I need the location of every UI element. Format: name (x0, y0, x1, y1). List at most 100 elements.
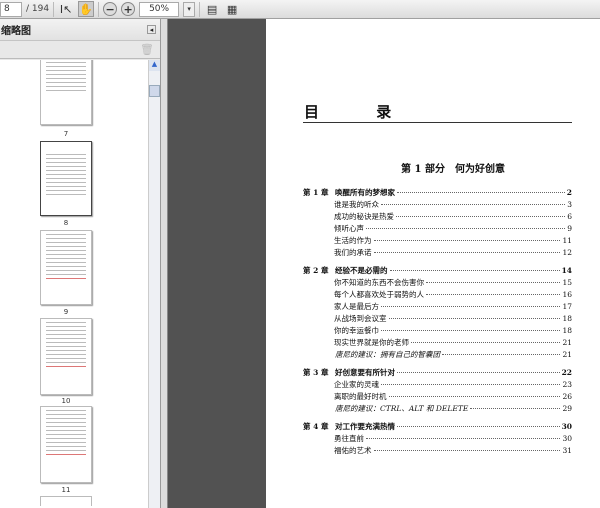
toc-page-number: 30 (562, 434, 572, 443)
leader-dots (373, 450, 561, 451)
table-of-contents: 第 1 章唤醒所有的梦想家 2 谁是我的听众 3 成功的秘诀是热爱 6 倾听心声 9 生活的作为… (303, 181, 572, 457)
toc-section-row[interactable]: 倾听心声 9 (303, 223, 572, 235)
toc-section-row[interactable]: 福佑的艺术 31 (303, 445, 572, 457)
thumbnail-page-10[interactable] (40, 318, 92, 395)
fit-width-icon[interactable]: ▦ (224, 1, 240, 17)
toc-page-number: 22 (561, 368, 572, 377)
divider (199, 1, 201, 17)
leader-dots (411, 342, 561, 343)
toc-entry-title: 经验不是必需的 (335, 266, 388, 275)
trash-icon[interactable]: 🗑 (140, 43, 154, 56)
toc-entry-title: 每个人都喜欢处于弱势的人 (334, 290, 424, 299)
select-tool-icon[interactable]: I↖ (58, 1, 74, 17)
toc-entry-title: 唤醒所有的梦想家 (335, 188, 395, 197)
thumbnail-page-9[interactable] (40, 230, 92, 305)
toc-section-row[interactable]: 现实世界就是你的老师 21 (303, 337, 572, 349)
thumbnail-page-8[interactable] (40, 141, 92, 216)
thumbnail-label: 8 (63, 219, 69, 227)
page-number-input[interactable]: 8 (0, 1, 22, 17)
leader-dots (397, 426, 560, 427)
toc-section-row[interactable]: 你的幸运餐巾 18 (303, 325, 572, 337)
toc-page-number: 12 (562, 248, 572, 257)
leader-dots (381, 306, 561, 307)
toc-page-number: 29 (562, 404, 572, 413)
toc-entry-title: 你的幸运餐巾 (334, 326, 379, 335)
chapter-number: 第 2 章 (303, 266, 329, 275)
leader-dots (426, 294, 561, 295)
toc-section-row[interactable]: 勇往直前 30 (303, 433, 572, 445)
leader-dots (389, 270, 560, 271)
chapter-number: 第 1 章 (303, 188, 329, 197)
thumbnail-page-7[interactable] (40, 60, 92, 125)
zoom-dropdown-icon[interactable]: ▾ (183, 1, 196, 17)
toc-entry-title: 对工作要充满热情 (335, 422, 395, 431)
toc-page-number: 11 (562, 236, 572, 245)
toc-page-number: 14 (561, 266, 572, 275)
toc-chapter-row[interactable]: 第 3 章好创意要有所针对 22 (303, 367, 572, 379)
toc-entry-title: 唐尼的建议：拥有自己的智囊团 (335, 350, 440, 359)
zoom-input[interactable]: 50% (139, 1, 180, 17)
scroll-up-icon[interactable]: ▲ (149, 60, 160, 71)
leader-dots (426, 282, 561, 283)
toc-page-number: 26 (562, 392, 572, 401)
toc-section-row[interactable]: 家人是最后方 17 (303, 301, 572, 313)
toc-page-number: 18 (562, 314, 572, 323)
toc-section-row[interactable]: 唐尼的建议：CTRL、ALT 和 DELETE 29 (303, 403, 572, 415)
thumbnail-label: 9 (63, 308, 69, 316)
toolbar: 8 / 194 I↖ ✋ − + 50% ▾ ▤ ▦ (0, 0, 600, 19)
toc-page-number: 2 (566, 188, 572, 197)
toc-section-row[interactable]: 生活的作为 11 (303, 235, 572, 247)
zoom-out-icon[interactable]: − (103, 2, 118, 16)
toc-chapter-row[interactable]: 第 4 章对工作要充满热情 30 (303, 421, 572, 433)
toc-section-row[interactable]: 离职的最好时机 26 (303, 391, 572, 403)
leader-dots (373, 240, 561, 241)
panel-tools: 🗑 (0, 41, 160, 59)
toc-page-number: 15 (562, 278, 572, 287)
toc-title: 目 录 (304, 103, 418, 121)
title-rule (303, 122, 572, 123)
leader-dots (366, 438, 561, 439)
page-total: / 194 (26, 4, 50, 14)
toc-section-row[interactable]: 你不知道的东西不会伤害你 15 (303, 277, 572, 289)
toc-section-row[interactable]: 企业家的灵魂 23 (303, 379, 572, 391)
toc-section-row[interactable]: 每个人都喜欢处于弱势的人 16 (303, 289, 572, 301)
toc-entry-title: 家人是最后方 (334, 302, 379, 311)
leader-dots (388, 318, 561, 319)
scroll-thumb[interactable] (149, 85, 160, 97)
divider (98, 1, 100, 17)
toc-entry-title: 谁是我的听众 (334, 200, 379, 209)
leader-dots (396, 216, 566, 217)
toc-entry-title: 好创意要有所针对 (335, 368, 395, 377)
toc-page-number: 6 (567, 212, 572, 221)
panel-splitter[interactable] (161, 19, 168, 508)
toc-page-number: 31 (562, 446, 572, 455)
thumbnail-page-11[interactable] (40, 406, 92, 483)
toc-chapter-row[interactable]: 第 1 章唤醒所有的梦想家 2 (303, 187, 572, 199)
thumbnail-scrollbar[interactable]: ▲ (148, 60, 160, 508)
hand-tool-icon[interactable]: ✋ (78, 1, 95, 17)
toc-entry-title: 离职的最好时机 (334, 392, 387, 401)
toc-page-number: 9 (567, 224, 572, 233)
leader-dots (397, 372, 560, 373)
fit-page-icon[interactable]: ▤ (204, 1, 220, 17)
thumbnail-page-12[interactable] (40, 496, 92, 506)
toc-section-row[interactable]: 唐尼的建议：拥有自己的智囊团 21 (303, 349, 572, 361)
leader-dots (381, 204, 566, 205)
divider (53, 1, 55, 17)
toc-chapter-row[interactable]: 第 2 章经验不是必需的 14 (303, 265, 572, 277)
toc-section-row[interactable]: 从战场到会议室 18 (303, 313, 572, 325)
toc-entry-title: 唐尼的建议：CTRL、ALT 和 DELETE (335, 404, 469, 413)
toc-section-row[interactable]: 成功的秘诀是热爱 6 (303, 211, 572, 223)
toc-page-number: 23 (562, 380, 572, 389)
toc-entry-title: 成功的秘诀是热爱 (334, 212, 394, 221)
thumbnail-label: 10 (61, 397, 71, 405)
leader-dots (397, 192, 565, 193)
toc-entry-title: 倾听心声 (334, 224, 364, 233)
leader-dots (381, 384, 561, 385)
collapse-panel-icon[interactable]: ◂ (147, 25, 156, 34)
toc-section-row[interactable]: 我们的承诺 12 (303, 247, 572, 259)
toc-section-row[interactable]: 谁是我的听众 3 (303, 199, 572, 211)
thumbnail-label: 11 (61, 486, 71, 494)
toc-entry-title: 福佑的艺术 (334, 446, 372, 455)
zoom-in-icon[interactable]: + (121, 2, 136, 16)
